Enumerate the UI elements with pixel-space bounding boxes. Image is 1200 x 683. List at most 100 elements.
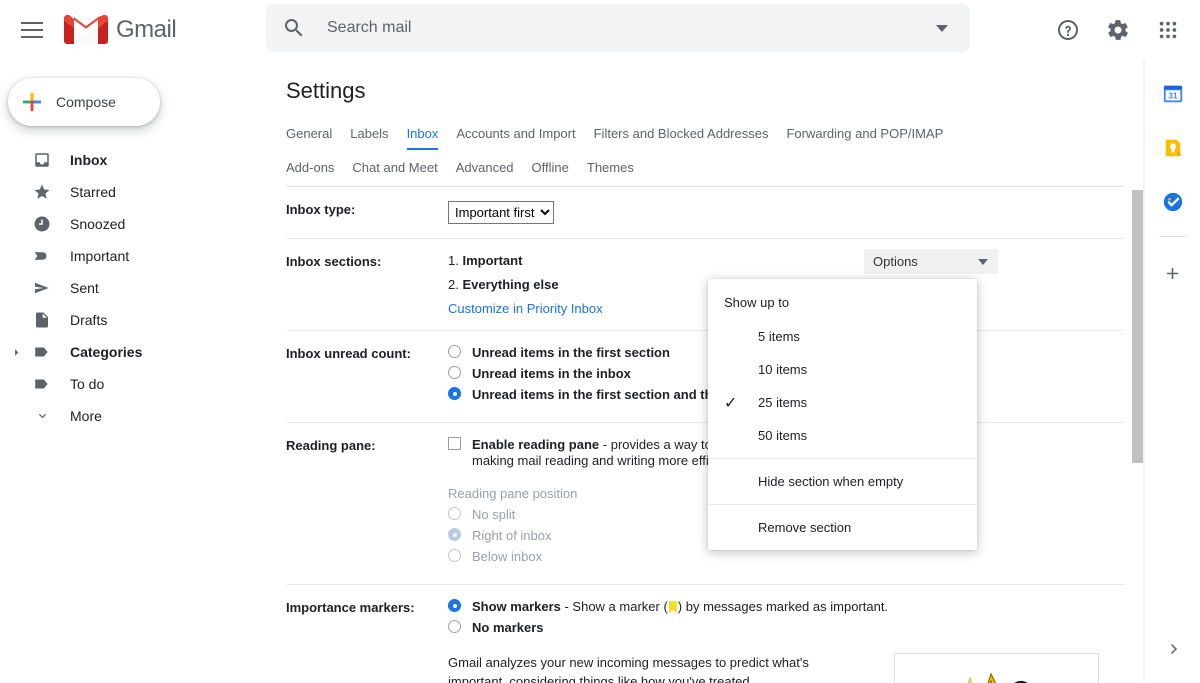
radio-icon[interactable] (448, 528, 461, 541)
importance-description-block: Gmail analyzes your new incoming message… (448, 653, 1124, 683)
importance-marker-icon (668, 601, 677, 613)
tab-labels[interactable]: Labels (350, 120, 388, 150)
dropdown-item-label: 25 items (758, 395, 808, 410)
radio-icon[interactable] (448, 599, 461, 612)
tab-forwarding-and-pop-imap[interactable]: Forwarding and POP/IMAP (786, 120, 943, 150)
tab-offline[interactable]: Offline (532, 154, 569, 186)
gmail-logo[interactable]: Gmail (64, 14, 177, 47)
radio-icon[interactable] (448, 507, 461, 520)
dropdown-item-25-items[interactable]: ✓ 25 items (708, 386, 977, 419)
sidebar-item-label: More (70, 408, 102, 424)
google-keep-icon[interactable] (1153, 128, 1193, 168)
dropdown-item-label: 50 items (758, 428, 808, 443)
add-addon-icon[interactable] (1153, 253, 1193, 293)
sidebar-item-snoozed[interactable]: Snoozed (0, 208, 256, 240)
clock-icon (32, 214, 52, 234)
setting-row-reading-pane: Reading pane: Enable reading pane - prov… (286, 423, 1124, 585)
section-options-dropdown-menu[interactable]: Show up to 5 items 10 items ✓ 25 items 5… (708, 279, 977, 550)
reading-pane-position-option-3[interactable]: Below inbox (448, 549, 1124, 565)
search-bar[interactable] (266, 4, 970, 52)
sidebar-item-label: To do (70, 376, 105, 392)
dropdown-divider (708, 458, 977, 459)
google-calendar-icon[interactable]: 31 (1153, 74, 1193, 114)
dropdown-item-hide-section-when-empty[interactable]: Hide section when empty (708, 465, 977, 498)
label-icon (32, 342, 52, 362)
sidebar-item-categories[interactable]: Categories (0, 336, 256, 368)
enable-reading-pane-desc-line2: making mail reading and writing more eff… (472, 453, 740, 468)
compose-label: Compose (56, 94, 116, 110)
section-options-button[interactable]: Options (864, 249, 998, 274)
search-options-chevron-down-icon[interactable] (936, 24, 948, 32)
sidebar-item-inbox[interactable]: Inbox (0, 144, 256, 176)
importance-option-show-markers[interactable]: Show markers - Show a marker () by messa… (448, 599, 1124, 615)
radio-icon[interactable] (448, 620, 461, 633)
option-label: Right of inbox (472, 528, 552, 543)
importance-description-text: Gmail analyzes your new incoming message… (448, 655, 809, 683)
tab-chat-and-meet[interactable]: Chat and Meet (352, 154, 437, 186)
sidebar-item-label: Drafts (70, 312, 108, 328)
option-label: Show markers (472, 599, 561, 614)
tab-accounts-and-import[interactable]: Accounts and Import (456, 120, 575, 150)
inbox-type-select[interactable]: Important first (448, 201, 554, 224)
tab-themes[interactable]: Themes (587, 154, 634, 186)
dropdown-item-10-items[interactable]: 10 items (708, 353, 977, 386)
apps-grid-icon[interactable] (1144, 6, 1192, 54)
sidebar-item-to-do[interactable]: To do (0, 368, 256, 400)
illustration-svg: ! (967, 672, 1027, 683)
dropdown-item-5-items[interactable]: 5 items (708, 320, 977, 353)
sidebar-item-label: Important (70, 248, 130, 264)
section-name: Important (462, 253, 523, 268)
sidebar-item-more[interactable]: More (0, 400, 256, 432)
setting-row-inbox-type: Inbox type: Important first (286, 187, 1124, 239)
google-tasks-icon[interactable] (1153, 182, 1193, 222)
sidebar-item-label: Snoozed (70, 216, 126, 232)
sidebar-item-starred[interactable]: Starred (0, 176, 256, 208)
settings-tab-row-1: General Labels Inbox Accounts and Import… (286, 120, 1124, 150)
gmail-m-icon (64, 14, 108, 44)
expand-side-panel-chevron-right-icon[interactable] (1153, 629, 1193, 669)
radio-icon[interactable] (448, 345, 461, 358)
svg-text:!: ! (989, 679, 992, 683)
dropdown-item-remove-section[interactable]: Remove section (708, 511, 977, 544)
inbox-sections-label: Inbox sections: (286, 254, 382, 269)
important-icon (32, 246, 52, 266)
dropdown-item-50-items[interactable]: 50 items (708, 419, 977, 452)
tab-general[interactable]: General (286, 120, 332, 150)
page-title: Settings (286, 78, 366, 103)
sidebar-item-drafts[interactable]: Drafts (0, 304, 256, 336)
tab-add-ons[interactable]: Add-ons (286, 154, 334, 186)
importance-markers-label: Importance markers: (286, 600, 415, 615)
hamburger-icon[interactable] (8, 6, 56, 54)
checkbox-icon[interactable] (448, 437, 461, 450)
chevron-right-icon[interactable] (6, 347, 26, 358)
scrollbar-thumb[interactable] (1132, 190, 1143, 463)
section-number: 2. (448, 277, 459, 292)
search-input[interactable] (327, 19, 936, 37)
sidebar-item-important[interactable]: Important (0, 240, 256, 272)
side-panel-divider (1158, 236, 1187, 237)
dropdown-divider (708, 504, 977, 505)
tab-advanced[interactable]: Advanced (456, 154, 514, 186)
inbox-unread-count-label: Inbox unread count: (286, 346, 411, 361)
radio-icon[interactable] (448, 387, 461, 400)
enable-reading-pane-label: Enable reading pane (472, 437, 600, 452)
compose-button[interactable]: Compose (8, 78, 160, 126)
side-panel: 31 (1144, 60, 1200, 683)
settings-tab-row-2: Add-ons Chat and Meet Advanced Offline T… (286, 154, 1124, 186)
setting-row-importance-markers: Importance markers: Show markers - Show … (286, 585, 1124, 683)
importance-option-no-markers[interactable]: No markers (448, 620, 1124, 636)
options-button-label: Options (873, 254, 918, 269)
main-scrollbar[interactable] (1132, 190, 1143, 665)
sidebar-item-label: Inbox (70, 152, 108, 168)
tab-filters-and-blocked-addresses[interactable]: Filters and Blocked Addresses (594, 120, 769, 150)
sidebar-item-sent[interactable]: Sent (0, 272, 256, 304)
radio-icon[interactable] (448, 549, 461, 562)
radio-icon[interactable] (448, 366, 461, 379)
customize-priority-inbox-link[interactable]: Customize in Priority Inbox (448, 301, 603, 316)
settings-tabs: General Labels Inbox Accounts and Import… (286, 120, 1124, 187)
gear-icon[interactable] (1094, 6, 1142, 54)
tab-inbox[interactable]: Inbox (406, 120, 439, 150)
help-icon[interactable] (1044, 6, 1092, 54)
star-icon (32, 182, 52, 202)
sidebar-nav-list: Inbox Starred Snoozed Important Sent Dra… (0, 144, 256, 432)
